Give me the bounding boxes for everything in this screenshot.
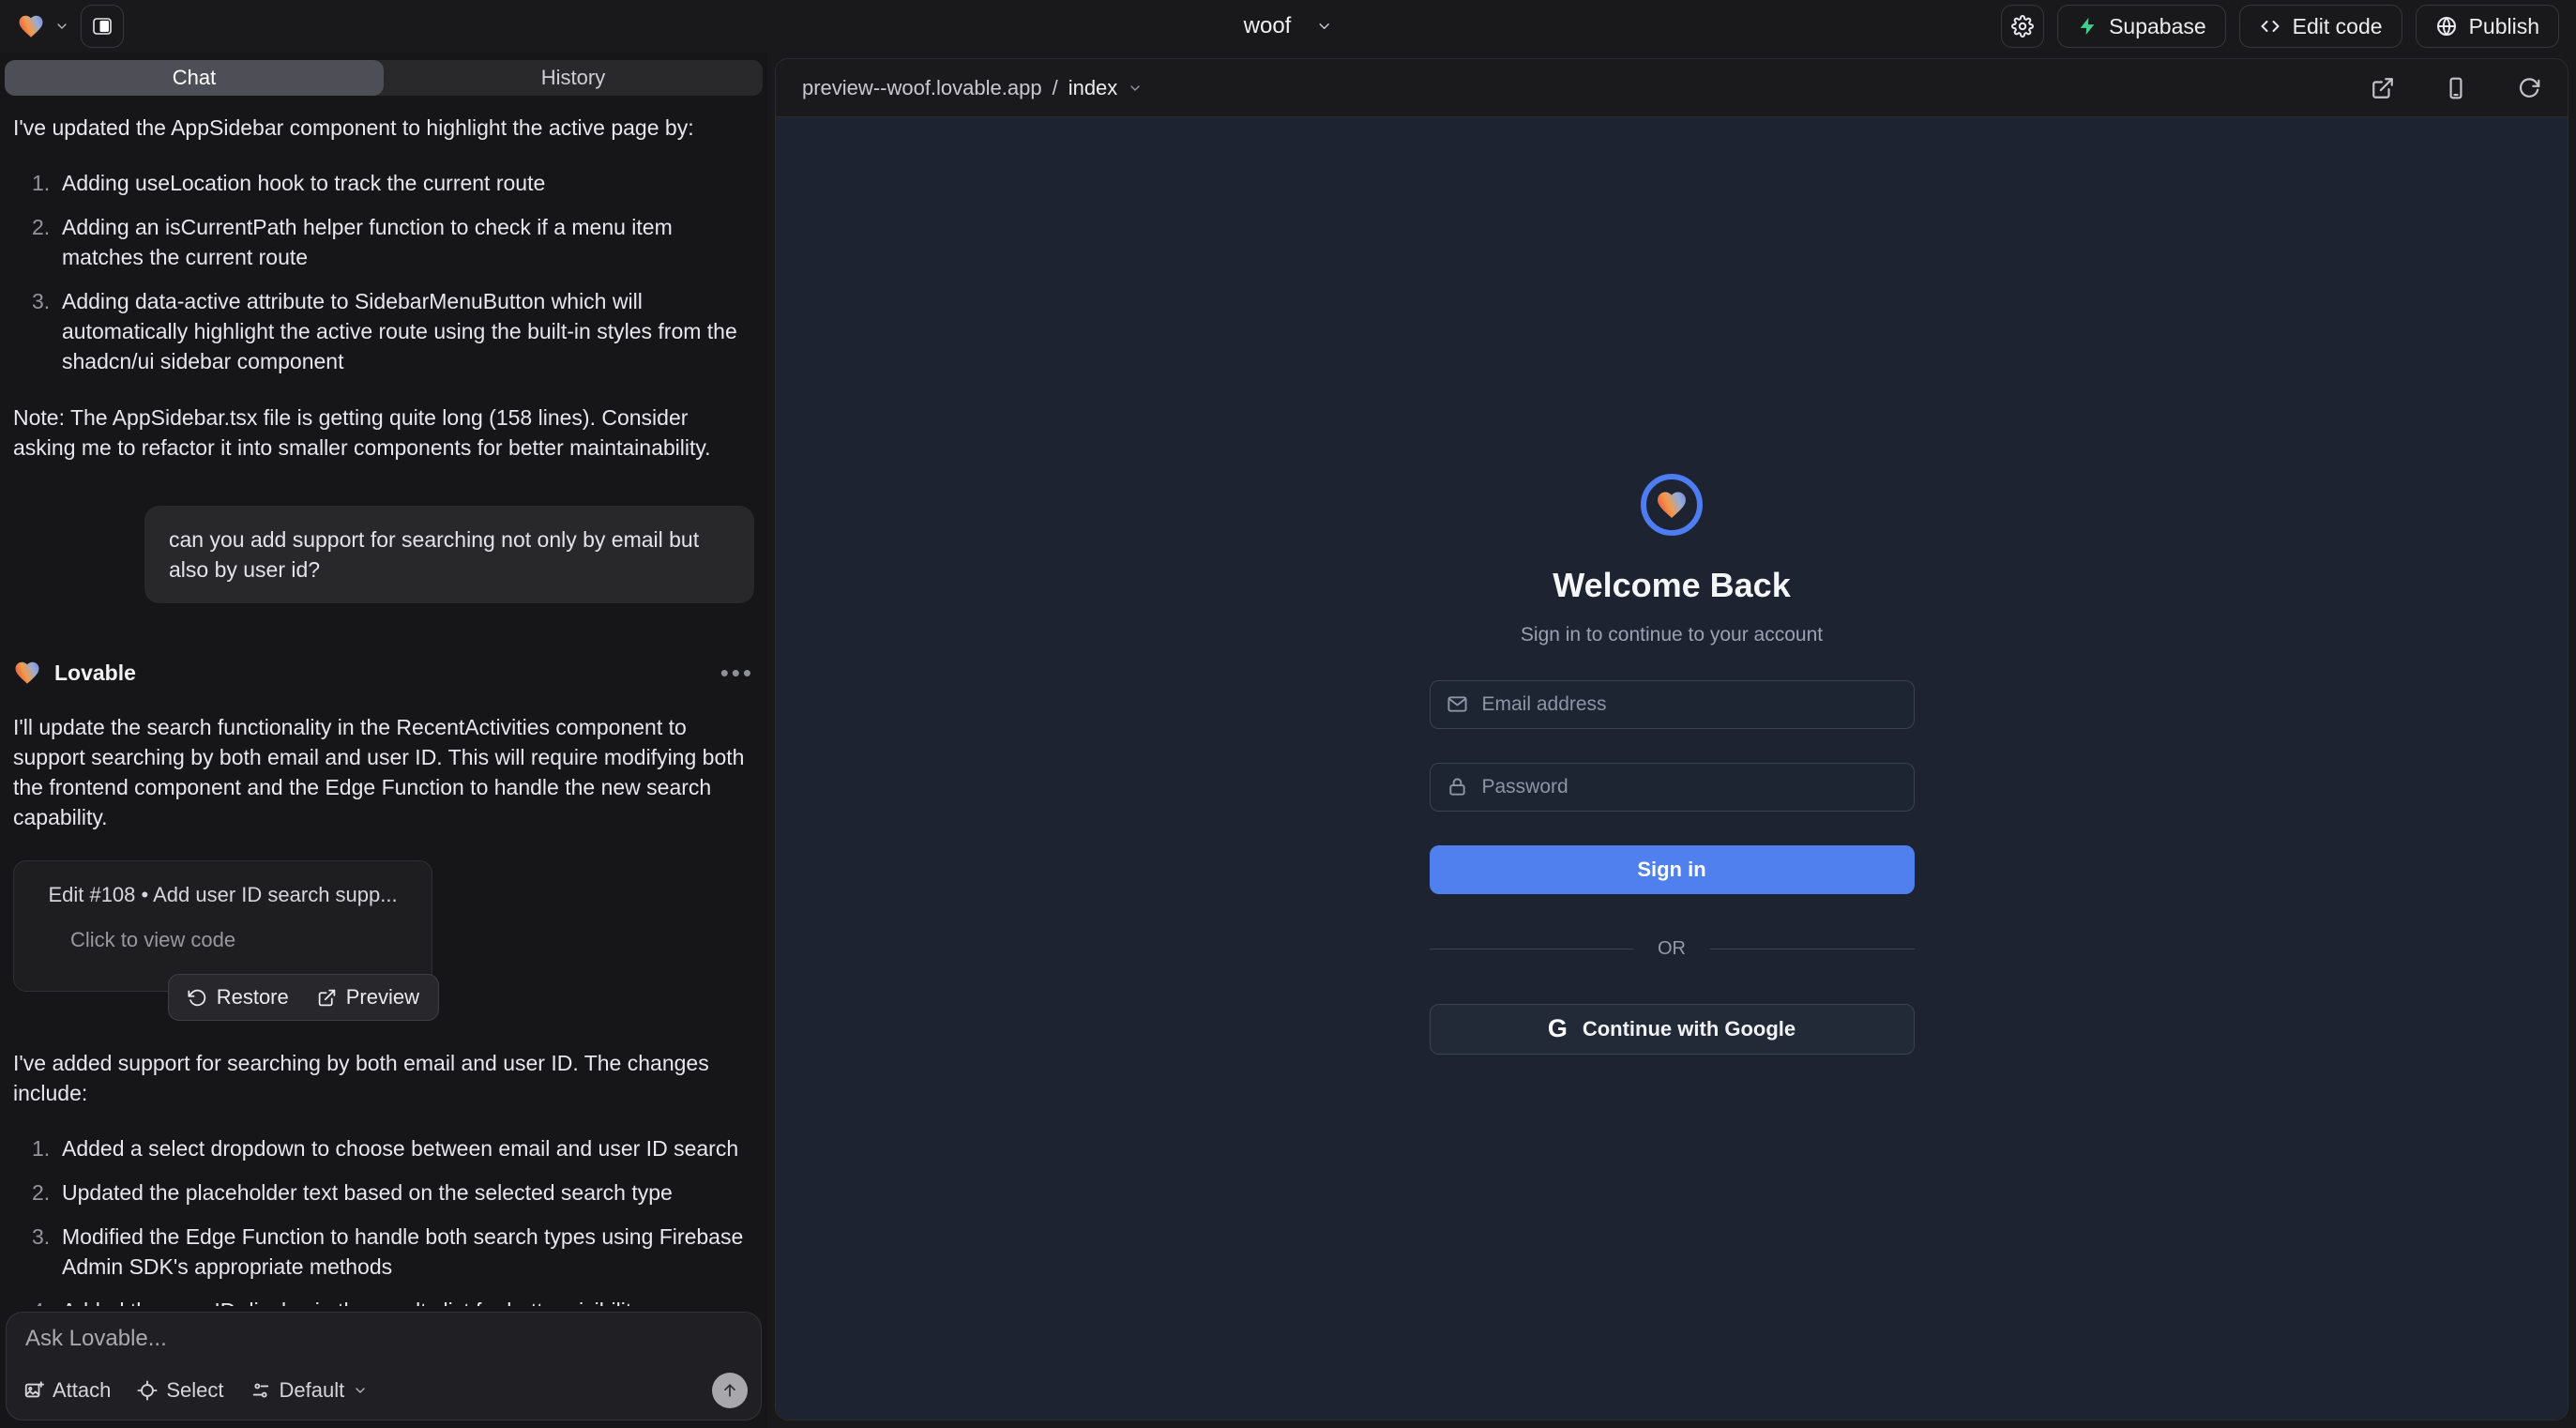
password-input[interactable] [1482,776,1898,798]
list-item: Modified the Edge Function to handle bot… [62,1222,754,1282]
signin-subtitle: Sign in to continue to your account [1430,624,1915,646]
chat-message-list[interactable]: I've updated the AppSidebar component to… [0,103,767,1306]
attach-image-icon [23,1380,44,1401]
google-g-icon: G [1548,1014,1568,1043]
assistant-message: I've added support for searching by both… [13,1048,754,1108]
publish-label: Publish [2469,14,2539,39]
sidebar-toggle-button[interactable] [81,5,124,48]
preview-header: preview--woof.lovable.app / index [776,59,2568,117]
chevron-down-icon [1315,18,1332,35]
url-path-separator: / [1053,76,1058,100]
heart-logo-icon [17,12,45,40]
list-item: Adding data-active attribute to SidebarM… [62,286,754,376]
send-button[interactable] [712,1373,748,1408]
select-label: Select [166,1378,223,1403]
chevron-down-icon [54,19,69,34]
google-button-label: Continue with Google [1583,1017,1796,1041]
preview-path: index [1068,76,1118,100]
app-logo-ring [1641,474,1703,536]
assistant-numbered-list: Adding useLocation hook to track the cur… [13,168,754,376]
tab-chat[interactable]: Chat [5,60,384,96]
refresh-icon [2517,76,2541,100]
settings-button[interactable] [2001,5,2044,48]
supabase-button[interactable]: Supabase [2057,5,2226,48]
assistant-note: Note: The AppSidebar.tsx file is getting… [13,403,754,463]
code-brackets-icon [2259,15,2281,38]
assistant-name: Lovable [54,658,136,688]
panel-layout-icon [91,15,114,38]
list-item: Adding useLocation hook to track the cur… [62,168,754,198]
mail-icon [1447,693,1468,715]
refresh-button[interactable] [2517,76,2541,100]
edit-code-label: Edit code [2293,14,2383,39]
email-field [1430,680,1915,729]
supabase-bolt-icon [2077,16,2098,37]
sign-in-button[interactable]: Sign in [1430,845,1915,894]
chevron-down-icon [353,1383,368,1398]
select-button[interactable]: Select [137,1378,223,1403]
user-message-bubble: can you add support for searching not on… [144,506,754,603]
mode-label: Default [280,1378,345,1403]
preview-edit-button[interactable]: Preview [317,985,419,1010]
select-target-icon [137,1380,158,1401]
lovable-logo-menu[interactable] [17,12,69,40]
chat-history-tabs: Chat History [5,60,763,96]
preview-label: Preview [346,985,419,1010]
preview-url-selector[interactable]: preview--woof.lovable.app / index [802,76,1143,100]
edit-code-button[interactable]: Edit code [2239,5,2402,48]
tab-history[interactable]: History [384,60,763,96]
restore-icon [188,988,207,1008]
chat-panel: Chat History I've updated the AppSidebar… [0,53,767,1428]
attach-button[interactable]: Attach [23,1378,111,1403]
mobile-icon [2444,76,2468,100]
edit-card-toolbar: Restore Preview [168,974,439,1021]
list-item: Updated the placeholder text based on th… [62,1177,754,1208]
mobile-view-button[interactable] [2444,76,2468,100]
list-item: Adding an isCurrentPath helper function … [62,212,754,272]
edit-card-subtitle: Click to view code [70,925,413,955]
assistant-message-intro: I've updated the AppSidebar component to… [13,113,754,143]
external-link-icon [2371,76,2395,100]
lovable-avatar-heart-icon [13,659,41,687]
mode-select-button[interactable]: Default [250,1378,369,1403]
heart-icon [1655,488,1689,522]
app-window: woof Supabase Edit code Publish [0,0,2576,1428]
chevron-down-icon [1128,81,1143,96]
send-arrow-icon [720,1381,739,1400]
preview-iframe: Welcome Back Sign in to continue to your… [776,117,2568,1420]
divider-label: OR [1658,938,1686,960]
list-item: Added a select dropdown to choose betwee… [62,1133,754,1163]
open-in-new-tab-button[interactable] [2371,76,2395,100]
signin-title: Welcome Back [1430,566,1915,605]
supabase-label: Supabase [2109,14,2206,39]
signin-card: Welcome Back Sign in to continue to your… [1430,474,1915,1055]
continue-with-google-button[interactable]: G Continue with Google [1430,1004,1915,1055]
chat-input[interactable] [25,1326,742,1369]
top-bar: woof Supabase Edit code Publish [0,0,2576,53]
chat-composer: Attach Select Default [6,1312,762,1420]
edit-card-title: Edit #108 • Add user ID search supp... [48,880,397,910]
email-input[interactable] [1482,693,1898,716]
password-field [1430,763,1915,812]
preview-panel: preview--woof.lovable.app / index [775,58,2568,1420]
external-link-icon [317,988,337,1008]
gear-icon [2011,15,2034,38]
globe-icon [2435,15,2458,38]
more-options-icon[interactable]: ••• [720,668,754,677]
sliders-icon [250,1380,271,1401]
assistant-message: I'll update the search functionality in … [13,712,754,832]
restore-button[interactable]: Restore [188,985,289,1010]
project-switcher[interactable]: woof [1244,13,1333,39]
attach-label: Attach [53,1378,111,1403]
assistant-numbered-list: Added a select dropdown to choose betwee… [13,1133,754,1306]
preview-url: preview--woof.lovable.app [802,76,1042,100]
list-item: Added the user ID display in the results… [62,1296,754,1306]
publish-button[interactable]: Publish [2416,5,2559,48]
or-divider: OR [1430,938,1915,960]
lock-icon [1447,776,1468,798]
edit-version-card[interactable]: Edit #108 • Add user ID search supp... C… [13,860,432,992]
assistant-header: Lovable ••• [13,658,754,688]
restore-label: Restore [217,985,289,1010]
project-name: woof [1244,13,1292,39]
